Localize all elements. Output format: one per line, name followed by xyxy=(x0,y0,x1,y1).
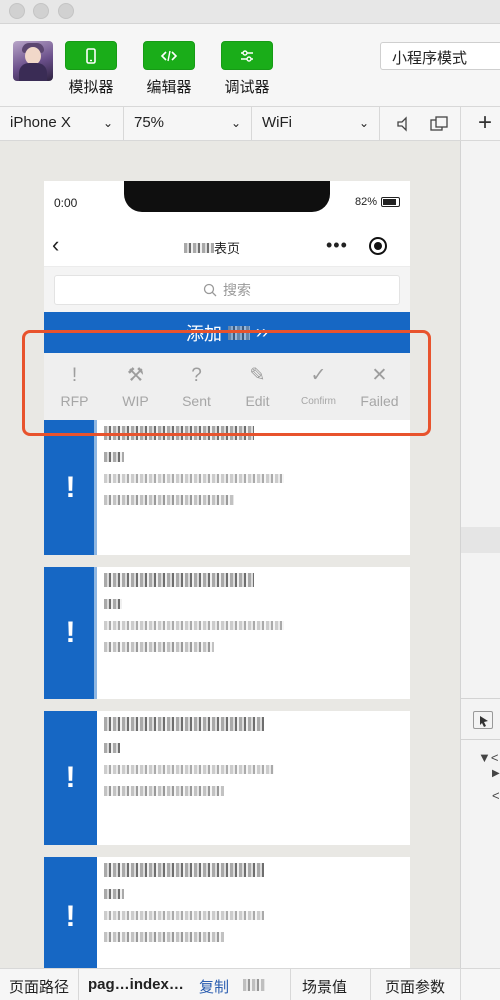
back-icon[interactable]: ‹ xyxy=(52,232,59,258)
editor-button[interactable] xyxy=(143,41,195,70)
mode-select[interactable]: 小程序模式 xyxy=(380,42,500,70)
zoom-window-button[interactable] xyxy=(58,3,74,19)
redacted-content xyxy=(104,717,274,808)
highlight-box xyxy=(22,330,431,436)
battery-icon xyxy=(381,197,400,207)
battery-status: 82% xyxy=(355,196,400,208)
minimize-window-button[interactable] xyxy=(33,3,49,19)
search-input[interactable]: 搜索 xyxy=(54,275,400,305)
device-select[interactable]: iPhone X ⌄ xyxy=(0,107,124,141)
page-title: 表页 xyxy=(184,238,240,257)
network-select[interactable]: WiFi ⌄ xyxy=(252,107,380,141)
popout-icon[interactable] xyxy=(429,115,449,133)
page-params-button[interactable]: 页面参数 xyxy=(385,976,445,997)
search-area: 搜索 xyxy=(44,267,410,312)
status-badge: ! xyxy=(44,857,97,968)
zoom-select[interactable]: 75% ⌄ xyxy=(124,107,252,141)
redacted-text xyxy=(184,242,214,253)
zoom-value: 75% xyxy=(134,114,165,131)
battery-percent: 82% xyxy=(354,196,377,208)
code-icon xyxy=(160,50,178,61)
page-title-suffix: 表页 xyxy=(214,241,241,256)
phone-screen: 0:00 82% ‹ 表页 ••• 搜索 添加 ›› ! RFP ⚒ WIP ?… xyxy=(44,181,410,968)
list-item[interactable]: ! xyxy=(44,567,410,699)
page-path-label: 页面路径 xyxy=(9,979,70,996)
inspect-icon[interactable] xyxy=(473,711,493,729)
redacted-content xyxy=(104,573,284,664)
status-badge: ! xyxy=(44,711,97,845)
search-placeholder: 搜索 xyxy=(223,282,251,298)
status-badge: ! xyxy=(44,420,97,555)
plus-icon[interactable]: + xyxy=(478,109,492,137)
simulator-button[interactable] xyxy=(65,41,117,70)
list-item[interactable]: ! xyxy=(44,420,410,555)
device-bar: iPhone X ⌄ 75% ⌄ WiFi ⌄ + xyxy=(0,107,500,141)
copy-link[interactable]: 复制 xyxy=(199,976,229,997)
devtools-toolbar: 模拟器 编辑器 调试器 小程序模式 xyxy=(0,24,500,107)
debug-panel: ▼< ▶ < xyxy=(460,141,500,968)
device-value: iPhone X xyxy=(10,114,71,131)
search-icon xyxy=(203,283,217,297)
status-bar: 页面路径 pag…index… 复制 场景值 页面参数 xyxy=(0,968,500,1000)
close-capsule-icon[interactable] xyxy=(369,237,387,255)
debugger-button[interactable] xyxy=(221,41,273,70)
phone-notch xyxy=(124,181,330,212)
network-value: WiFi xyxy=(262,114,292,131)
simulator-label: 模拟器 xyxy=(68,79,114,96)
volume-icon[interactable] xyxy=(395,115,413,133)
chevron-down-icon: ⌄ xyxy=(102,116,113,130)
user-avatar[interactable] xyxy=(13,41,53,81)
editor-label: 编辑器 xyxy=(146,79,192,96)
sliders-icon xyxy=(241,49,253,62)
close-window-button[interactable] xyxy=(9,3,25,19)
window-titlebar xyxy=(0,0,500,24)
redacted-content xyxy=(104,863,264,954)
page-path-value[interactable]: pag…index… xyxy=(88,976,184,993)
redacted-content xyxy=(104,426,284,517)
redacted-text xyxy=(243,979,265,991)
chevron-down-icon: ⌄ xyxy=(358,116,369,130)
list-item[interactable]: ! xyxy=(44,711,410,845)
debugger-label: 调试器 xyxy=(224,79,270,96)
status-badge: ! xyxy=(44,567,97,699)
more-menu-icon[interactable]: ••• xyxy=(326,235,348,256)
chevron-down-icon: ⌄ xyxy=(230,116,241,130)
nav-bar: ‹ 表页 ••• xyxy=(44,225,410,267)
status-time: 0:00 xyxy=(54,196,78,210)
scene-value-button[interactable]: 场景值 xyxy=(302,976,347,997)
list-item[interactable]: ! xyxy=(44,857,410,968)
phone-icon xyxy=(86,47,96,64)
